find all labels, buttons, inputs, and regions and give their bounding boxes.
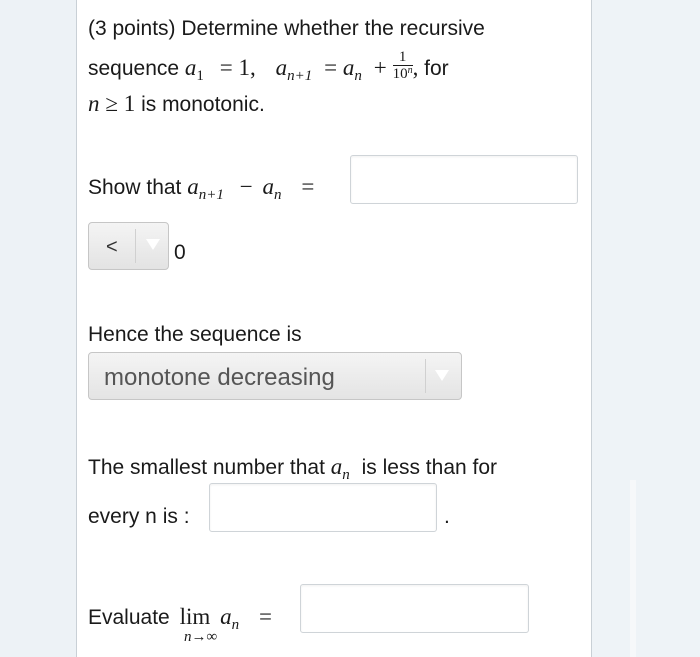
cond-rel: ≥ 1 xyxy=(105,91,136,116)
chevron-down-icon xyxy=(146,239,160,250)
page-background-left xyxy=(0,0,76,657)
lhs-sub: n+1 xyxy=(198,187,224,203)
cond-text: is monotonic. xyxy=(141,93,265,116)
lim-word: lim xyxy=(179,604,211,629)
a1-value: = 1, xyxy=(219,55,256,81)
smallest-prefix: The smallest number that xyxy=(88,456,325,479)
den-base: 10 xyxy=(392,66,408,82)
fraction-denominator: 10n xyxy=(392,65,413,84)
rhs-var: a xyxy=(262,174,275,199)
an-sub: n xyxy=(354,68,362,85)
select-divider xyxy=(135,229,136,263)
show-that-expression: Show that an+1 − an = xyxy=(88,174,315,203)
smallest-var: a xyxy=(330,454,343,479)
sequence-word: sequence xyxy=(88,57,180,81)
question-condition: n ≥ 1 is monotonic. xyxy=(88,92,265,115)
minus-sign: − xyxy=(239,174,253,199)
comparison-value: 0 xyxy=(174,241,186,264)
comma: , xyxy=(412,55,419,81)
chevron-down-icon xyxy=(435,370,449,381)
smallest-line2: every n is : xyxy=(88,505,190,528)
select-divider xyxy=(425,359,426,393)
an1-sub: n+1 xyxy=(287,68,313,85)
limit-answer-input[interactable] xyxy=(300,584,529,633)
smallest-question: The smallest number that an is less than… xyxy=(88,454,498,483)
difference-answer-input[interactable] xyxy=(350,155,578,204)
plus-sign: + xyxy=(373,55,387,81)
limit-label: Evaluate xyxy=(88,606,170,629)
smallest-suffix: is less than for xyxy=(361,456,498,479)
an1-var: a xyxy=(275,55,288,81)
an1-eq: = xyxy=(324,55,338,81)
limit-subscript: n→∞ xyxy=(184,629,218,645)
limit-var: a xyxy=(220,604,232,629)
question-intro: (3 points) Determine whether the recursi… xyxy=(88,17,485,40)
comparison-selected: < xyxy=(106,236,118,258)
a1-var: a xyxy=(184,55,197,81)
question-recurrence: sequence a1 = 1, an+1 = an + 1 10n , for xyxy=(88,49,449,87)
period: . xyxy=(444,505,450,528)
cond-var: n xyxy=(88,91,100,116)
for-word: for xyxy=(424,57,449,81)
sequence-type-label: Hence the sequence is xyxy=(88,323,302,346)
fraction: 1 10n xyxy=(392,49,413,84)
limit-equals: = xyxy=(258,604,272,629)
comparison-select[interactable]: < xyxy=(88,222,169,270)
a1-sub: 1 xyxy=(196,68,204,85)
limit-expression: Evaluate lim an = xyxy=(88,604,272,633)
equals-sign: = xyxy=(301,174,315,199)
lhs-var: a xyxy=(187,174,199,199)
den-exp: n xyxy=(407,65,413,76)
an-var: a xyxy=(342,55,355,81)
show-that-label: Show that xyxy=(88,176,182,199)
sequence-type-select[interactable]: monotone decreasing xyxy=(88,352,462,400)
smallest-number-input[interactable] xyxy=(209,483,437,532)
fraction-numerator: 1 xyxy=(392,49,413,66)
smallest-sub: n xyxy=(342,467,350,483)
rhs-sub: n xyxy=(274,187,282,203)
page-background-strip xyxy=(630,480,636,657)
page-background-right xyxy=(592,0,700,657)
limit-sub: n xyxy=(231,617,240,633)
sequence-type-selected: monotone decreasing xyxy=(104,364,335,391)
